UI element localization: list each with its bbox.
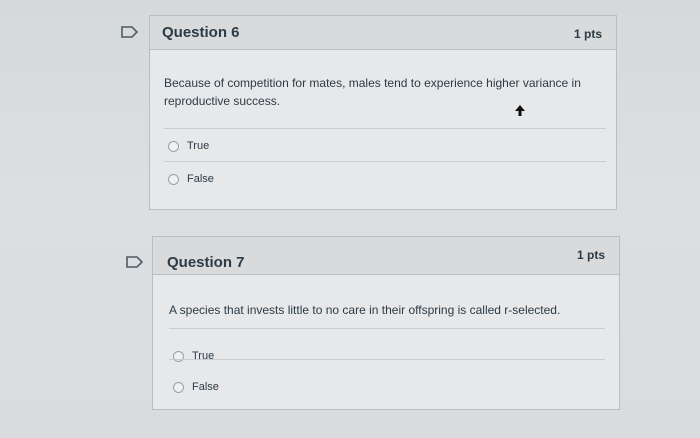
answer-divider (169, 328, 605, 329)
answer-option-false[interactable]: False (173, 381, 219, 393)
question-title: Question 6 (162, 24, 240, 41)
radio-button[interactable] (168, 140, 179, 152)
answer-option-false[interactable]: False (168, 173, 214, 185)
question-text: A species that invests little to no care… (169, 303, 561, 317)
question-points: 1 pts (576, 248, 605, 262)
flag-question-icon[interactable] (121, 26, 139, 38)
question-header: Question 7 1 pts (153, 237, 619, 275)
radio-button[interactable] (168, 173, 179, 185)
answer-option-true[interactable]: True (168, 140, 209, 152)
flag-question-icon[interactable] (126, 256, 144, 268)
answer-divider (164, 128, 606, 129)
question-card: Question 6 1 pts Because of competition … (149, 15, 617, 210)
radio-button[interactable] (173, 381, 184, 393)
question-title: Question 7 (167, 254, 245, 271)
answer-option-true[interactable]: True (173, 350, 214, 362)
question-card: Question 7 1 pts A species that invests … (152, 236, 620, 410)
question-header: Question 6 1 pts (150, 16, 616, 50)
answer-label: False (187, 173, 214, 185)
answer-divider (169, 359, 605, 360)
answer-label: True (192, 350, 215, 362)
answer-label: False (192, 381, 219, 393)
answer-label: True (187, 140, 210, 152)
mouse-pointer-icon (514, 104, 526, 122)
question-text: Because of competition for mates, males … (164, 76, 581, 108)
answer-divider (164, 161, 606, 162)
question-points: 1 pts (573, 27, 602, 41)
